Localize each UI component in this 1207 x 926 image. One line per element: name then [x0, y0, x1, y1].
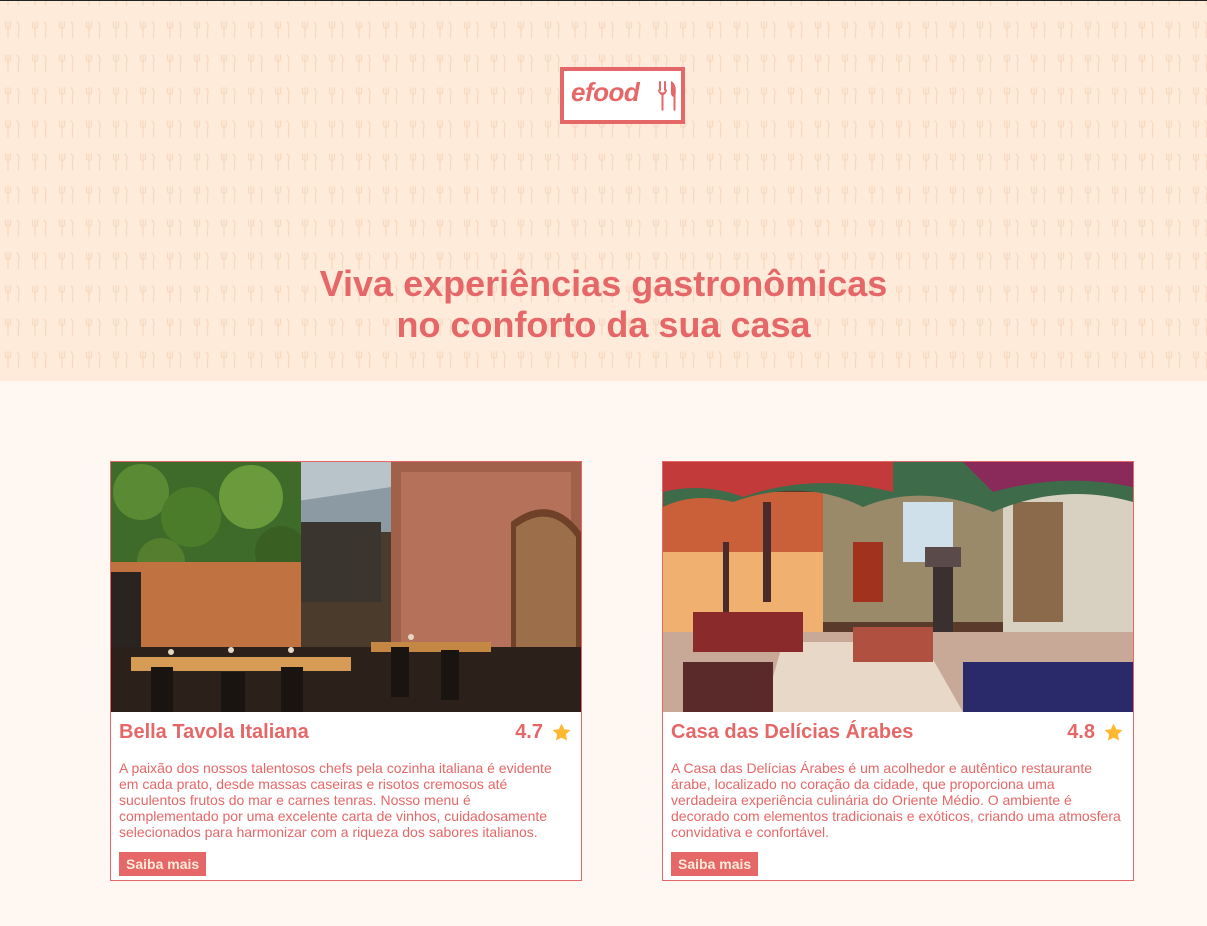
efood-logo[interactable]: efood	[560, 67, 685, 124]
saiba-mais-button[interactable]: Saiba mais	[671, 852, 759, 876]
restaurant-description: A paixão dos nossos talentosos chefs pel…	[119, 760, 552, 840]
restaurant-photo-italian[interactable]	[111, 462, 581, 712]
restaurant-photo-arabic[interactable]	[663, 462, 1133, 712]
restaurant-card: Bella Tavola Italiana 4.7 A paixão dos n…	[110, 461, 582, 881]
saiba-mais-button[interactable]: Saiba mais	[119, 852, 207, 876]
rating-value: 4.7	[515, 721, 543, 743]
hero-header: efood Viva experiências gastronômicas no…	[0, 1, 1207, 381]
restaurant-name: Casa das Delícias Árabes	[671, 721, 914, 743]
hero-title: Viva experiências gastronômicas no confo…	[0, 263, 1207, 345]
hero-title-line-1: Viva experiências gastronômicas	[319, 263, 888, 304]
restaurant-name: Bella Tavola Italiana	[119, 721, 309, 743]
star-icon	[552, 723, 571, 741]
logo-text: efood	[571, 77, 640, 107]
star-icon	[1104, 723, 1123, 741]
restaurant-description: A Casa das Delícias Árabes é um acolhedo…	[671, 760, 1121, 840]
hero-title-line-2: no conforto da sua casa	[396, 304, 811, 345]
rating-value: 4.8	[1067, 721, 1095, 743]
restaurant-rating: 4.7	[515, 721, 572, 744]
restaurant-rating: 4.8	[1067, 721, 1124, 744]
restaurant-card: Casa das Delícias Árabes 4.8 A Casa das …	[662, 461, 1134, 881]
fork-knife-icon	[658, 81, 676, 111]
